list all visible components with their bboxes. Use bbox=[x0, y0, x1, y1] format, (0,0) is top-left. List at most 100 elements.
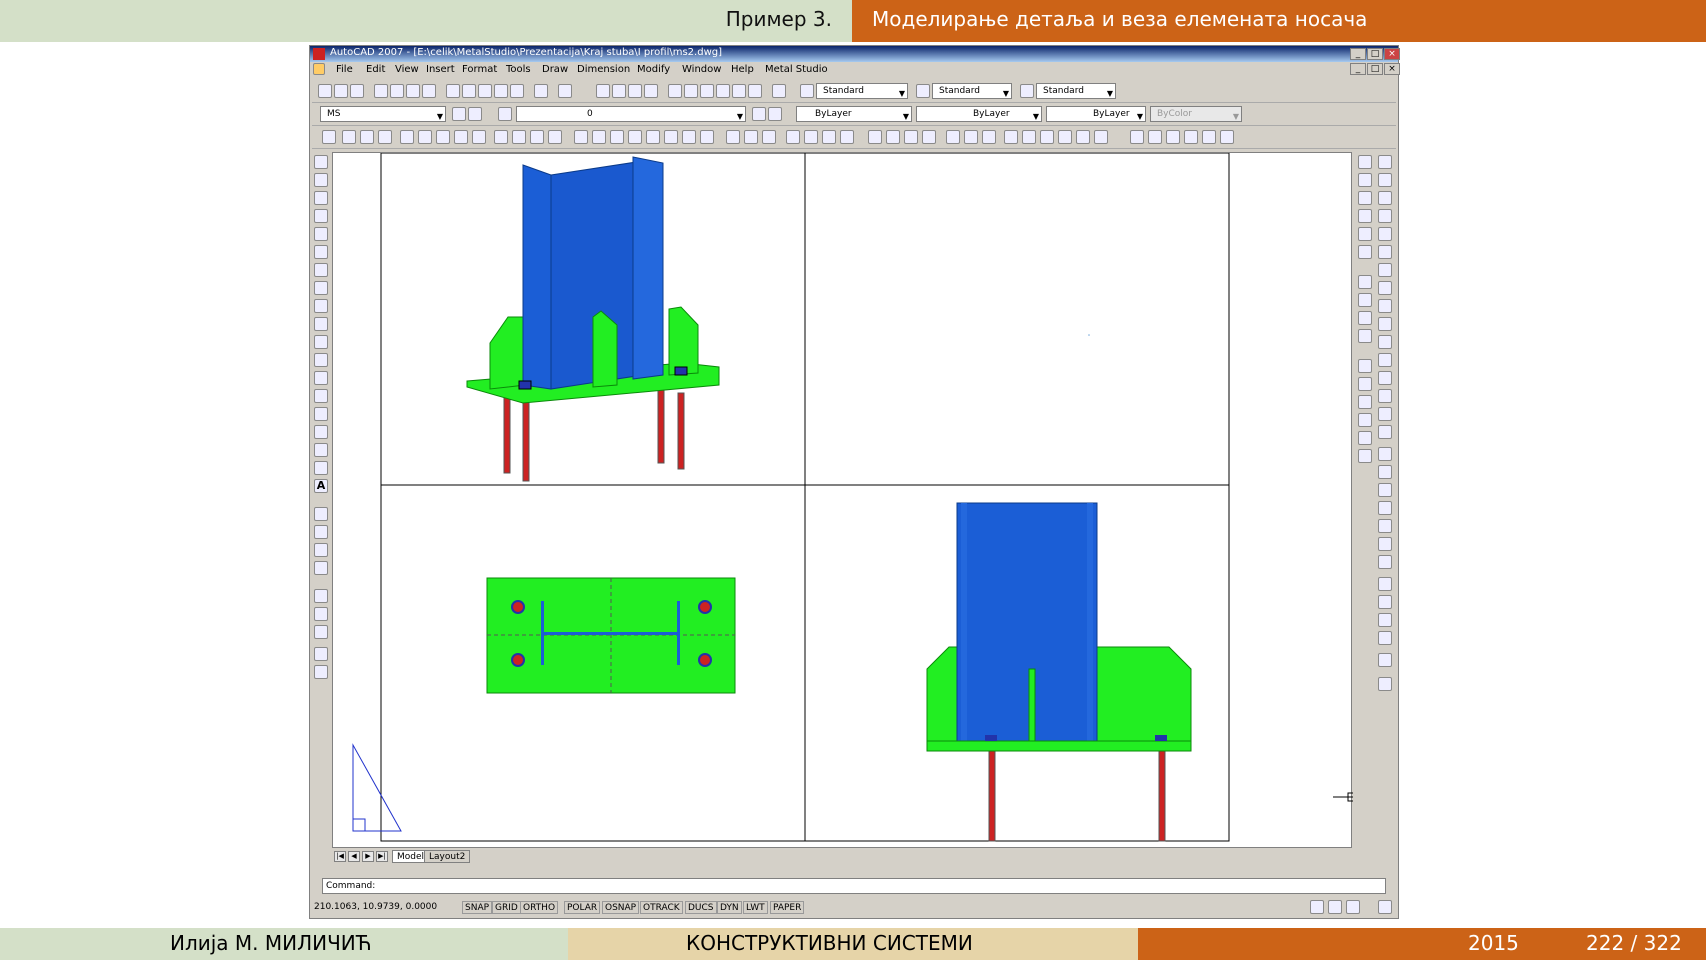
extend-icon[interactable] bbox=[1378, 335, 1392, 349]
design-center-icon[interactable] bbox=[684, 84, 698, 98]
join-icon[interactable] bbox=[1378, 371, 1392, 385]
array-icon[interactable] bbox=[1378, 227, 1392, 241]
ms-tool-icon-42[interactable] bbox=[1130, 130, 1144, 144]
solids-icon-5[interactable] bbox=[1378, 519, 1392, 533]
ms-tool-icon-19[interactable] bbox=[664, 130, 678, 144]
solids-icon-1[interactable] bbox=[1378, 447, 1392, 461]
ms-tool-icon-29[interactable] bbox=[868, 130, 882, 144]
ms-tool-icon-34[interactable] bbox=[964, 130, 978, 144]
ms-left-icon-1[interactable] bbox=[314, 507, 328, 521]
color-select[interactable]: ByLayer ▼ bbox=[796, 106, 912, 122]
move-icon[interactable] bbox=[1378, 245, 1392, 259]
ms-tool-icon-35[interactable] bbox=[982, 130, 996, 144]
line-icon[interactable] bbox=[314, 155, 328, 169]
plot-icon[interactable] bbox=[374, 84, 388, 98]
ms-tool-icon-32[interactable] bbox=[922, 130, 936, 144]
gradient-icon[interactable] bbox=[314, 425, 328, 439]
close-button[interactable]: × bbox=[1384, 48, 1400, 60]
ms-right-icon-13[interactable] bbox=[1358, 395, 1372, 409]
fillet-icon[interactable] bbox=[1378, 407, 1392, 421]
mirror-icon[interactable] bbox=[1378, 191, 1392, 205]
ms-right-icon-16[interactable] bbox=[1358, 449, 1372, 463]
help-icon[interactable] bbox=[772, 84, 786, 98]
dyn-toggle[interactable]: DYN bbox=[717, 901, 742, 914]
ms-left-icon-7[interactable] bbox=[314, 625, 328, 639]
save-workspace-icon[interactable] bbox=[468, 107, 482, 121]
scale-icon[interactable] bbox=[1378, 281, 1392, 295]
ms-tool-icon-45[interactable] bbox=[1184, 130, 1198, 144]
ms-tool-icon-47[interactable] bbox=[1220, 130, 1234, 144]
ms-right-icon-3[interactable] bbox=[1358, 191, 1372, 205]
make-current-layer-icon[interactable] bbox=[752, 107, 766, 121]
ms-right-icon-11[interactable] bbox=[1358, 359, 1372, 373]
make-block-icon[interactable] bbox=[314, 371, 328, 385]
calculator-icon[interactable] bbox=[748, 84, 762, 98]
ms-right-icon-6[interactable] bbox=[1358, 245, 1372, 259]
cut-icon[interactable] bbox=[446, 84, 460, 98]
menu-insert[interactable]: Insert bbox=[426, 64, 455, 75]
polygon-icon[interactable] bbox=[314, 209, 328, 223]
menu-file[interactable]: File bbox=[336, 64, 353, 75]
otrack-toggle[interactable]: OTRACK bbox=[640, 901, 683, 914]
drawing-area[interactable] bbox=[332, 152, 1353, 848]
doc-minimize-button[interactable]: _ bbox=[1350, 63, 1366, 75]
prev-tab-button[interactable]: ◀ bbox=[348, 851, 360, 862]
offset-icon[interactable] bbox=[1378, 209, 1392, 223]
open-icon[interactable] bbox=[334, 84, 348, 98]
erase-icon[interactable] bbox=[1378, 155, 1392, 169]
ms-tool-icon-8[interactable] bbox=[454, 130, 468, 144]
layer-manager-icon[interactable] bbox=[498, 107, 512, 121]
ms-tool-icon-16[interactable] bbox=[610, 130, 624, 144]
plotstyle-select[interactable]: ByColor ▼ bbox=[1150, 106, 1242, 122]
polyline-icon[interactable] bbox=[314, 191, 328, 205]
properties-icon[interactable] bbox=[668, 84, 682, 98]
ms-tool-icon-44[interactable] bbox=[1166, 130, 1180, 144]
dim-style-icon[interactable] bbox=[916, 84, 930, 98]
ms-tool-icon-43[interactable] bbox=[1148, 130, 1162, 144]
ms-right-icon-14[interactable] bbox=[1358, 413, 1372, 427]
first-tab-button[interactable]: |◀ bbox=[334, 851, 346, 862]
ms-tool-icon-13[interactable] bbox=[548, 130, 562, 144]
markup-icon[interactable] bbox=[732, 84, 746, 98]
explode-icon[interactable] bbox=[1378, 425, 1392, 439]
ms-tool-icon-20[interactable] bbox=[682, 130, 696, 144]
redo-icon[interactable] bbox=[558, 84, 572, 98]
paper-toggle[interactable]: PAPER bbox=[770, 901, 805, 914]
3d-dwf-icon[interactable] bbox=[422, 84, 436, 98]
render-icon-6[interactable] bbox=[1378, 677, 1392, 691]
ms-tool-icon-7[interactable] bbox=[436, 130, 450, 144]
lock-toolbar-icon[interactable] bbox=[1328, 900, 1342, 914]
ms-tool-icon-3[interactable] bbox=[360, 130, 374, 144]
ms-tool-icon-40[interactable] bbox=[1076, 130, 1090, 144]
render-icon-1[interactable] bbox=[1378, 577, 1392, 591]
ms-tool-icon-11[interactable] bbox=[512, 130, 526, 144]
table-style-icon[interactable] bbox=[1020, 84, 1034, 98]
tool-palettes-icon[interactable] bbox=[700, 84, 714, 98]
ms-tool-icon-4[interactable] bbox=[378, 130, 392, 144]
restore-button[interactable]: □ bbox=[1367, 48, 1383, 60]
region-icon[interactable] bbox=[314, 443, 328, 457]
ms-tool-icon-46[interactable] bbox=[1202, 130, 1216, 144]
ms-tool-icon-1[interactable] bbox=[322, 130, 336, 144]
minimize-button[interactable]: _ bbox=[1350, 48, 1366, 60]
tab-layout2[interactable]: Layout2 bbox=[424, 850, 471, 863]
menu-draw[interactable]: Draw bbox=[542, 64, 568, 75]
undo-icon[interactable] bbox=[534, 84, 548, 98]
ms-tool-icon-14[interactable] bbox=[574, 130, 588, 144]
ms-left-icon-6[interactable] bbox=[314, 607, 328, 621]
publish-icon[interactable] bbox=[406, 84, 420, 98]
sheet-set-icon[interactable] bbox=[716, 84, 730, 98]
ms-left-icon-4[interactable] bbox=[314, 561, 328, 575]
ms-tool-icon-5[interactable] bbox=[400, 130, 414, 144]
menu-format[interactable]: Format bbox=[462, 64, 497, 75]
ms-tool-icon-25[interactable] bbox=[786, 130, 800, 144]
text-style-icon[interactable] bbox=[800, 84, 814, 98]
ms-left-icon-3[interactable] bbox=[314, 543, 328, 557]
ms-tool-icon-22[interactable] bbox=[726, 130, 740, 144]
ms-tool-icon-39[interactable] bbox=[1058, 130, 1072, 144]
menu-window[interactable]: Window bbox=[682, 64, 721, 75]
document-icon[interactable] bbox=[313, 63, 325, 75]
communication-center-icon[interactable] bbox=[1310, 900, 1324, 914]
insert-block-icon[interactable] bbox=[314, 353, 328, 367]
ms-tool-icon-37[interactable] bbox=[1022, 130, 1036, 144]
